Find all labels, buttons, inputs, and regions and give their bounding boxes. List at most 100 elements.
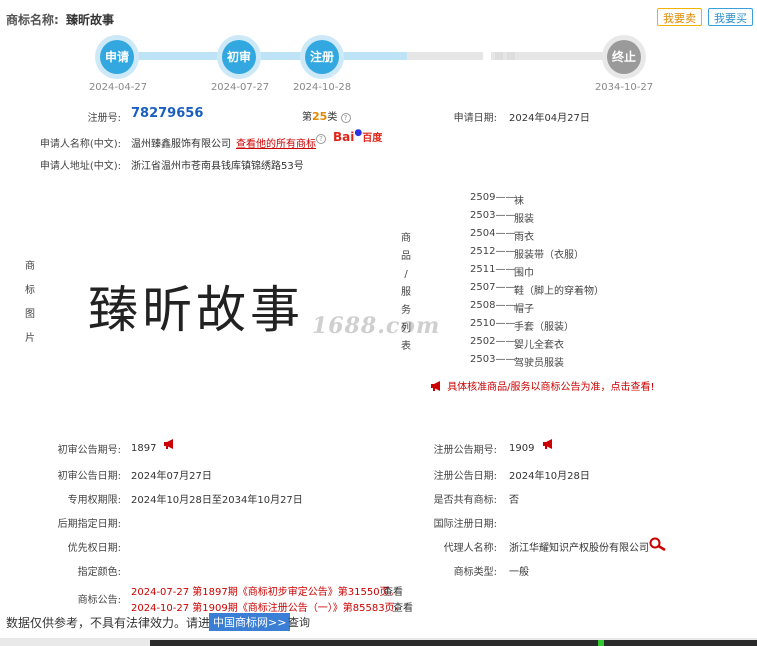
- watermark-text: 1688.com: [312, 313, 441, 339]
- prelim-no-label: 初审公告期号:: [57, 445, 121, 456]
- goods-notice-text: 具体核准商品/服务以商标公告为准，点击查看!: [447, 382, 655, 393]
- goods-code: 2512——: [470, 246, 516, 257]
- color-label: 指定颜色:: [77, 567, 121, 578]
- timeline-date-register: 2024-10-28: [292, 82, 352, 93]
- goods-code: 2508——: [470, 300, 516, 311]
- search-icon[interactable]: [649, 537, 667, 551]
- side-char: 务: [401, 305, 411, 316]
- applicant-label: 申请人名称(中文):: [39, 139, 121, 150]
- goods-name: 围巾: [514, 268, 534, 279]
- announcement-view-link[interactable]: 查看: [383, 583, 403, 598]
- later-designation-label: 后期指定日期:: [57, 519, 121, 530]
- reg-notice-no-label: 注册公告期号:: [433, 445, 497, 456]
- timeline-step-register-label: 注册: [305, 40, 339, 74]
- priority-date-label: 优先权日期:: [67, 543, 121, 554]
- goods-name: 驾驶员服装: [514, 358, 564, 369]
- goods-code: 2510——: [470, 318, 516, 329]
- all-marks-link[interactable]: 查看他的所有商标: [236, 135, 316, 150]
- goods-code: 2509——: [470, 192, 516, 203]
- reg-notice-date-label: 注册公告日期:: [433, 471, 497, 482]
- side-char: 品: [401, 251, 411, 262]
- cn-trademark-link[interactable]: 中国商标网>>: [209, 613, 291, 631]
- trademark-image-text: 臻昕故事: [88, 281, 304, 339]
- bottom-indicator: [598, 640, 604, 646]
- goods-name: 婴儿全套衣: [514, 340, 564, 351]
- goods-code: 2504——: [470, 228, 516, 239]
- announcement-item: 2024-07-27 第1897期《商标初步审定公告》第31550页。: [131, 587, 400, 598]
- baidu-search-link[interactable]: Bai●百度: [333, 128, 382, 144]
- timeline-date-end: 2034-10-27: [594, 82, 654, 93]
- goods-name: 服装: [514, 214, 534, 225]
- goods-name: 服装带（衣服）: [514, 250, 584, 261]
- prelim-date-value: 2024年07月27日: [131, 471, 212, 482]
- mark-type-label: 商标类型:: [453, 567, 497, 578]
- query-text: 查询: [288, 616, 310, 629]
- timeline-step-end-label: 终止: [607, 40, 641, 74]
- bottom-bar: [150, 640, 757, 646]
- intl-reg-date-label: 国际注册日期:: [433, 519, 497, 530]
- agent-label: 代理人名称:: [443, 543, 497, 554]
- sell-button[interactable]: 我要卖: [657, 8, 702, 26]
- shared-mark-label: 是否共有商标:: [433, 495, 497, 506]
- side-char: 片: [25, 333, 35, 344]
- timeline-step-prelim: 初审: [217, 35, 261, 79]
- goods-code: 2503——: [470, 354, 516, 365]
- buy-button[interactable]: 我要买: [708, 8, 753, 26]
- timeline-step-end: 终止: [602, 35, 646, 79]
- class-suffix: 类: [327, 112, 338, 123]
- trademark-name-label: 商标名称:: [6, 13, 59, 27]
- timeline-date-prelim: 2024-07-27: [210, 82, 270, 93]
- help-icon[interactable]: ?: [316, 134, 326, 144]
- announcement-item: 2024-10-27 第1909期《商标注册公告（一）》第85583页。: [131, 603, 405, 614]
- prelim-no-value: 1897: [131, 443, 157, 454]
- prelim-date-label: 初审公告日期:: [57, 471, 121, 482]
- side-char: 图: [25, 309, 35, 320]
- goods-name: 雨衣: [514, 232, 534, 243]
- goods-code: 2503——: [470, 210, 516, 221]
- side-char: 表: [401, 341, 411, 352]
- megaphone-icon[interactable]: [542, 438, 556, 450]
- goods-side-label: 商 品 / 服 务 列 表: [400, 230, 412, 356]
- timeline-step-apply: 申请: [95, 35, 139, 79]
- goods-name: 帽子: [514, 304, 534, 315]
- goods-name: 袜: [514, 196, 524, 207]
- timeline-step-apply-label: 申请: [100, 40, 134, 74]
- apply-date-value: 2024年04月27日: [509, 113, 590, 124]
- reg-number-label: 注册号:: [87, 113, 121, 124]
- address-value: 浙江省温州市苍南县钱库镇锦绣路53号: [131, 161, 304, 172]
- baidu-logo-du: 百度: [362, 133, 383, 144]
- side-char: 标: [25, 285, 35, 296]
- goods-code: 2511——: [470, 264, 516, 275]
- exclusive-period-label: 专用权期限:: [67, 495, 121, 506]
- goods-name: 手套（服装）: [514, 322, 574, 333]
- baidu-logo-bai: Bai: [333, 130, 355, 144]
- exclusive-period-value: 2024年10月28日至2034年10月27日: [131, 495, 303, 506]
- timeline-step-register: 注册: [300, 35, 344, 79]
- announcement-view-link[interactable]: 查看: [393, 599, 413, 614]
- timeline-date-apply: 2024-04-27: [88, 82, 148, 93]
- goods-code: 2502——: [470, 336, 516, 347]
- timeline-progress-done: [117, 52, 407, 60]
- help-icon[interactable]: ?: [340, 113, 351, 123]
- timeline-ellipsis: [483, 52, 519, 63]
- goods-code: 2507——: [470, 282, 516, 293]
- trademark-name-value: 臻昕故事: [66, 13, 115, 27]
- timeline-step-prelim-label: 初审: [222, 40, 256, 74]
- apply-date-label: 申请日期:: [453, 113, 497, 124]
- reg-number-value: 78279656: [131, 106, 204, 121]
- megaphone-icon: [431, 381, 440, 391]
- class-number: 25: [312, 110, 328, 123]
- goods-name: 鞋（脚上的穿着物）: [514, 286, 604, 297]
- side-char: 商: [25, 261, 35, 272]
- side-char: /: [404, 269, 408, 280]
- mark-image-side-label: 商 标 图 片: [24, 258, 36, 348]
- applicant-value: 温州臻鑫服饰有限公司: [131, 139, 231, 150]
- megaphone-icon[interactable]: [163, 438, 177, 450]
- goods-notice-link[interactable]: 具体核准商品/服务以商标公告为准，点击查看!: [430, 378, 655, 393]
- address-label: 申请人地址(中文):: [39, 161, 121, 172]
- mark-type-value: 一般: [509, 567, 529, 578]
- disclaimer-text: 数据仅供参考，不具有法律效力。请进入: [6, 616, 223, 630]
- shared-mark-value: 否: [509, 495, 519, 506]
- side-char: 列: [401, 323, 411, 334]
- announcement-label: 商标公告:: [77, 595, 121, 606]
